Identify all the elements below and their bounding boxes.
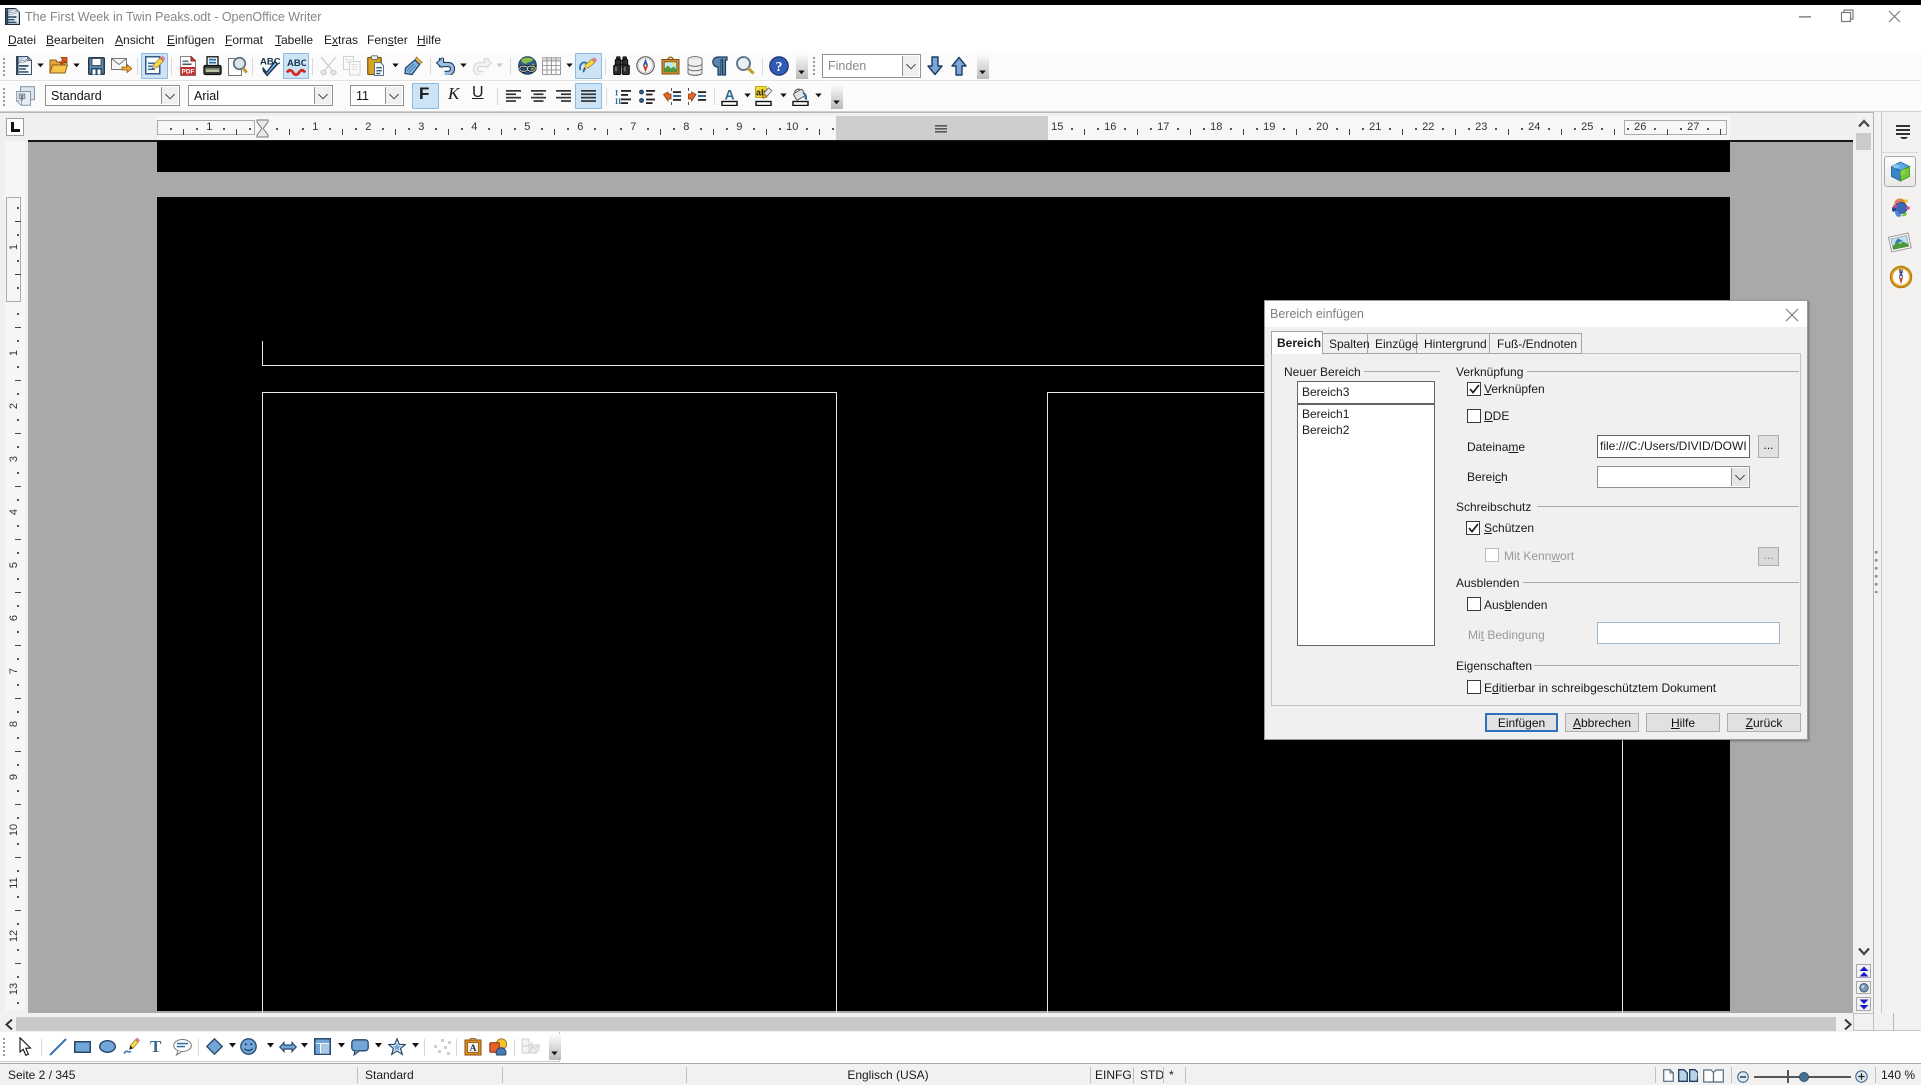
svg-text:ABC: ABC — [287, 58, 306, 69]
svg-text:A: A — [470, 1044, 477, 1054]
svg-text:N: N — [1899, 269, 1903, 275]
svg-text:II: II — [615, 97, 621, 104]
svg-text:PDF: PDF — [182, 69, 195, 76]
svg-text:ABC: ABC — [260, 57, 280, 68]
svg-text:?: ? — [776, 59, 783, 74]
svg-text:A: A — [724, 87, 734, 103]
